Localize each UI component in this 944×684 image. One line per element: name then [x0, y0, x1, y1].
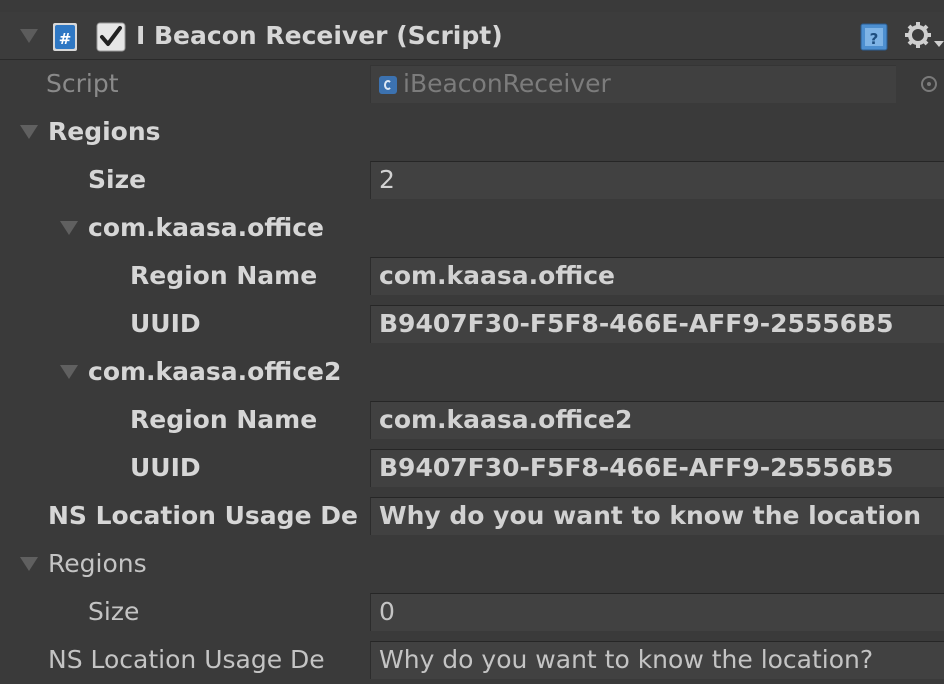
component-title: I Beacon Receiver (Script) [136, 21, 503, 50]
regions-b-ns-input[interactable]: Why do you want to know the location? [370, 641, 944, 679]
regions-a-ns-label: NS Location Usage De [48, 501, 358, 530]
regions-a-size-label: Size [88, 165, 147, 194]
region-item-1-header: com.kaasa.office2 [88, 357, 342, 386]
region-item-1-uuid-input[interactable]: B9407F30-F5F8-466E-AFF9-25556B5 [370, 449, 944, 487]
regions-a-ns-input[interactable]: Why do you want to know the location [370, 497, 944, 535]
region-item-1-name-row: Region Name com.kaasa.office2 [0, 396, 944, 444]
script-file-icon: # [53, 23, 77, 51]
inspector-panel: # I Beacon Receiver (Script) ? Script iB… [0, 0, 944, 684]
component-foldout[interactable] [20, 12, 42, 60]
region-item-0-name-row: Region Name com.kaasa.office [0, 252, 944, 300]
region-item-0-name-label: Region Name [130, 261, 318, 290]
script-asset-icon [379, 76, 397, 94]
region-item-1-name-input[interactable]: com.kaasa.office2 [370, 401, 944, 439]
foldout-arrow-icon [20, 125, 38, 139]
regions-a-foldout[interactable] [20, 108, 42, 156]
regions-b-foldout[interactable] [20, 540, 42, 588]
region-item-1-name-label: Region Name [130, 405, 318, 434]
svg-text:?: ? [870, 30, 879, 48]
region-item-0-uuid-row: UUID B9407F30-F5F8-466E-AFF9-25556B5 [0, 300, 944, 348]
region-item-0-header: com.kaasa.office [88, 213, 324, 242]
region-item-0-uuid-label: UUID [130, 309, 201, 338]
region-item-1-uuid-row: UUID B9407F30-F5F8-466E-AFF9-25556B5 [0, 444, 944, 492]
regions-b-size-label: Size [88, 597, 140, 626]
region-item-0-uuid-input[interactable]: B9407F30-F5F8-466E-AFF9-25556B5 [370, 305, 944, 343]
region-item-1-uuid-label: UUID [130, 453, 201, 482]
foldout-arrow-icon [60, 221, 78, 235]
enabled-checkbox[interactable] [96, 22, 126, 52]
script-field: iBeaconReceiver [370, 65, 896, 103]
region-item-0-foldout-row[interactable]: com.kaasa.office [0, 204, 944, 252]
regions-b-ns-row: NS Location Usage De Why do you want to … [0, 636, 944, 684]
regions-b-ns-label: NS Location Usage De [48, 645, 325, 674]
region-item-1-foldout-row[interactable]: com.kaasa.office2 [0, 348, 944, 396]
script-value: iBeaconReceiver [403, 69, 611, 98]
regions-a-ns-row: NS Location Usage De Why do you want to … [0, 492, 944, 540]
help-book-icon[interactable]: ? [860, 23, 888, 51]
regions-a-size-row: Size 2 [0, 156, 944, 204]
regions-a-foldout-row[interactable]: Regions [0, 108, 944, 156]
svg-text:#: # [59, 30, 72, 48]
regions-a-label: Regions [48, 117, 161, 146]
region-item-0-name-input[interactable]: com.kaasa.office [370, 257, 944, 295]
region-item-0-foldout[interactable] [60, 204, 82, 252]
regions-b-foldout-row[interactable]: Regions [0, 540, 944, 588]
foldout-arrow-icon [20, 29, 38, 43]
foldout-arrow-icon [20, 557, 38, 571]
settings-gear-icon[interactable] [904, 21, 944, 51]
regions-b-label: Regions [48, 549, 147, 578]
region-item-1-foldout[interactable] [60, 348, 82, 396]
regions-a-size-input[interactable]: 2 [370, 161, 944, 199]
regions-b-size-input[interactable]: 0 [370, 593, 944, 631]
script-label: Script [46, 69, 119, 98]
component-header[interactable]: # I Beacon Receiver (Script) ? [0, 12, 944, 60]
foldout-arrow-icon [60, 365, 78, 379]
object-picker-icon[interactable] [920, 75, 938, 93]
script-row: Script iBeaconReceiver [0, 60, 944, 108]
regions-b-size-row: Size 0 [0, 588, 944, 636]
